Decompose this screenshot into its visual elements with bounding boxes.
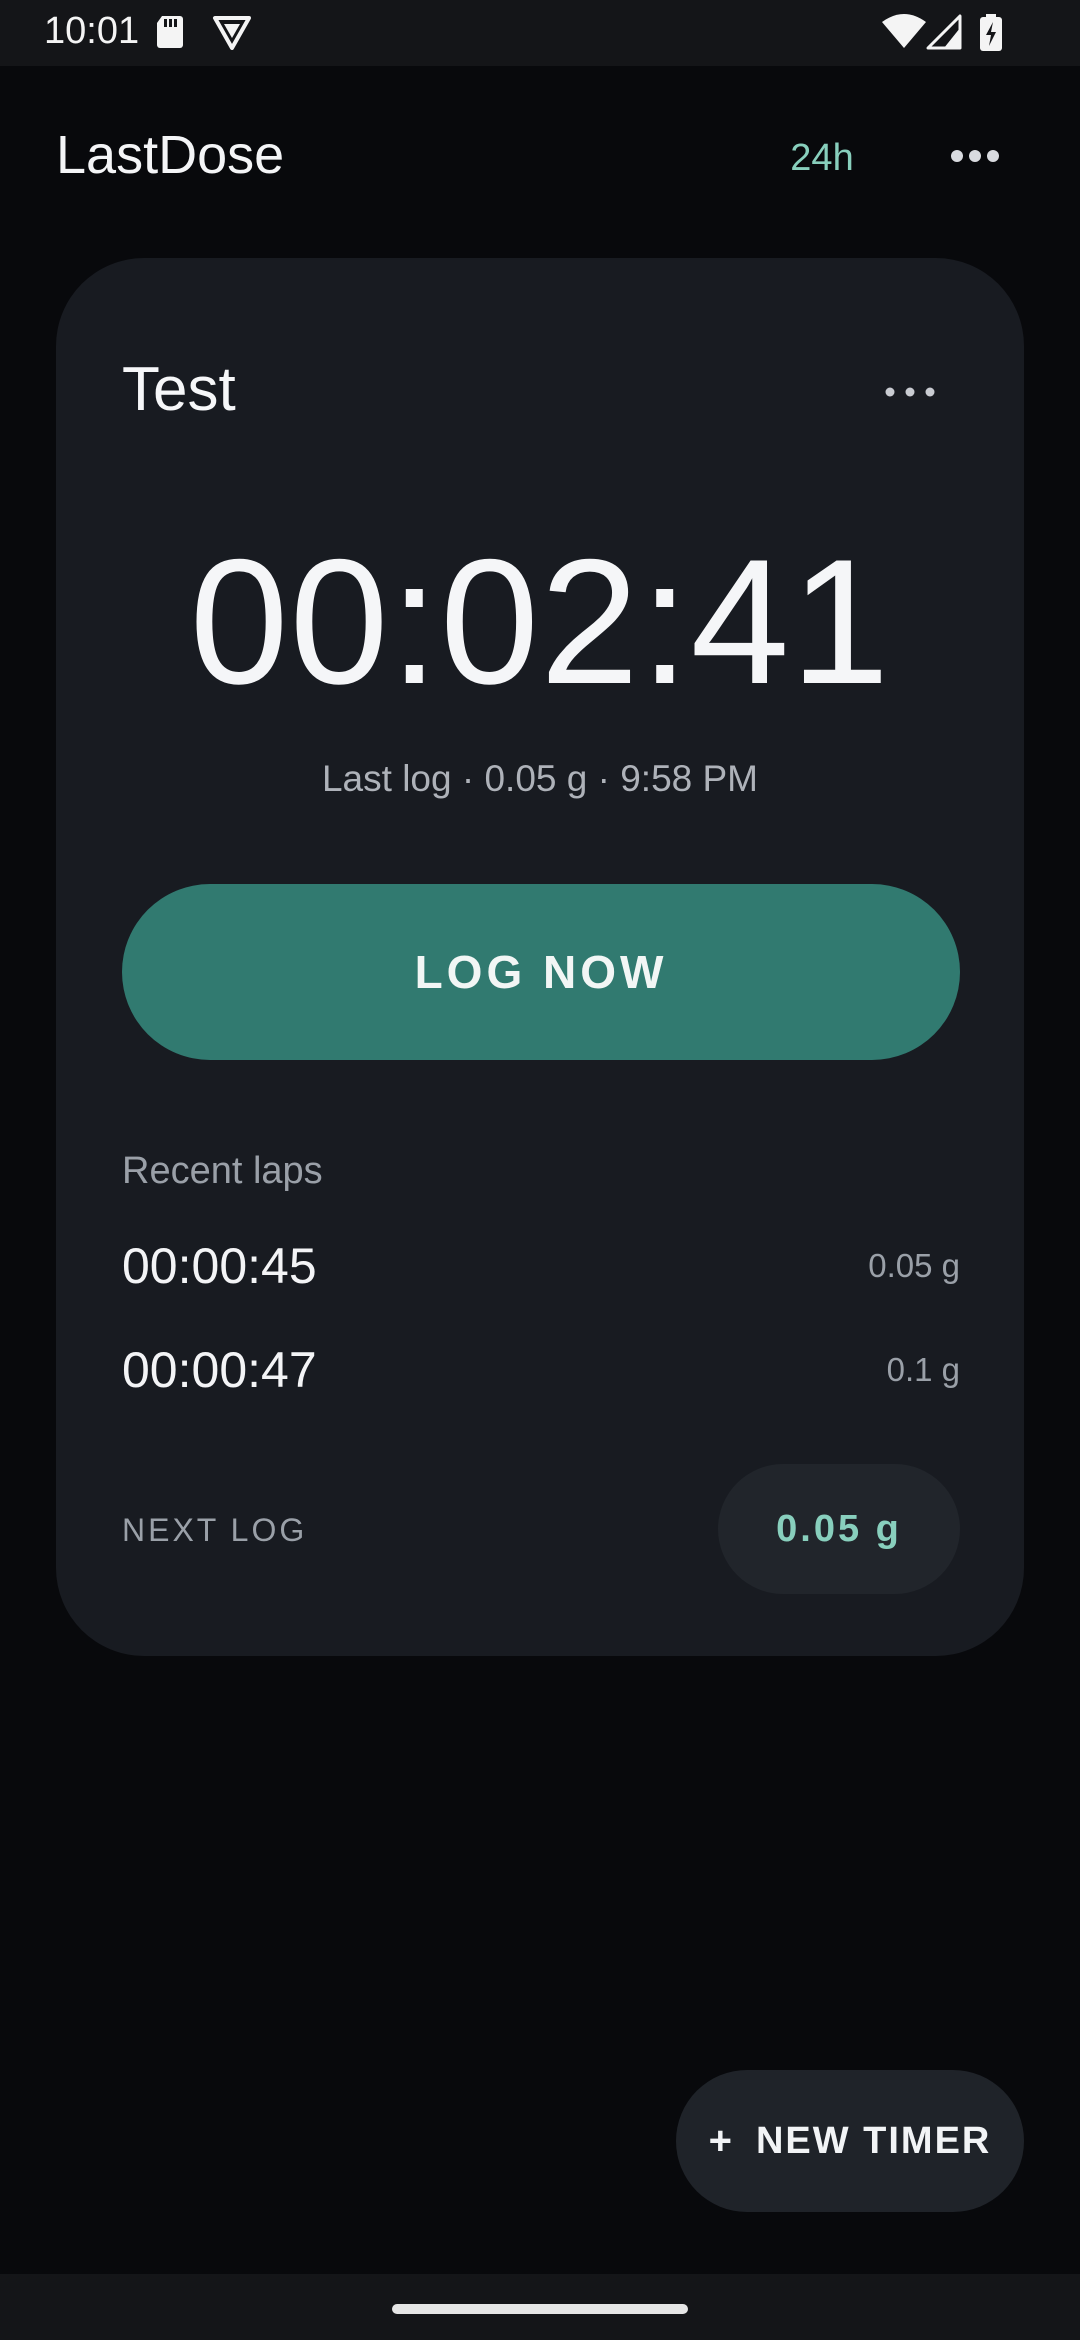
more-horizontal-icon (950, 149, 1000, 168)
status-time: 10:01 (44, 10, 140, 52)
last-log-info: Last log · 0.05 g · 9:58 PM (321, 758, 758, 799)
new-timer-label: NEW TIMER (755, 2119, 992, 2162)
log-now-button[interactable]: LOG NOW (122, 884, 960, 1060)
next-log-amount-chip[interactable]: 0.05 g (718, 1464, 960, 1594)
time-range-button[interactable]: 24h (772, 130, 872, 186)
vpn-shield-icon (212, 14, 252, 55)
status-bar: 10:01 (0, 0, 1080, 66)
app-overflow-button[interactable] (930, 130, 1020, 186)
lap-row: 00:00:47 0.1 g (122, 1330, 960, 1410)
cellular-signal-icon (924, 14, 964, 55)
sd-card-icon (154, 14, 186, 55)
new-timer-button[interactable]: + NEW TIMER (676, 2070, 1024, 2212)
lap-amount: 0.05 g (868, 1247, 960, 1284)
plus-icon: + (708, 2118, 734, 2163)
wifi-icon (880, 14, 928, 55)
lap-amount: 0.1 g (886, 1351, 960, 1388)
lap-time: 00:00:47 (122, 1342, 317, 1398)
recent-laps-heading: Recent laps (122, 1150, 323, 1192)
more-horizontal-icon (884, 385, 936, 403)
next-log-label: NEXT LOG (122, 1512, 308, 1548)
lap-time: 00:00:45 (122, 1238, 317, 1294)
timer-card: Test 00:02:41 Last log · 0.05 g · 9:58 P… (56, 258, 1024, 1656)
timer-title: Test (122, 355, 236, 424)
lap-row: 00:00:45 0.05 g (122, 1226, 960, 1306)
elapsed-time: 00:02:41 (189, 522, 891, 721)
navigation-bar (0, 2274, 1080, 2340)
app-title: LastDose (56, 125, 285, 185)
battery-charging-icon (978, 14, 1004, 57)
gesture-handle[interactable] (392, 2304, 688, 2314)
timer-menu-button[interactable] (860, 366, 960, 422)
